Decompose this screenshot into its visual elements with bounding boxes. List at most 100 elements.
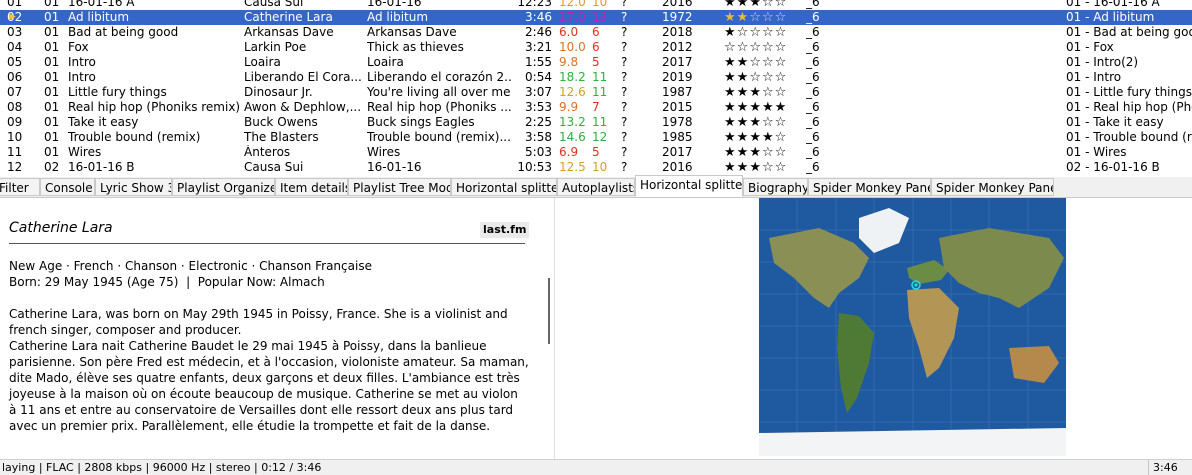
playlist-row[interactable]: 09 01 Take it easy Buck Owens Buck sings Eag… <box>0 115 1192 130</box>
star-filled-icon[interactable]: ★ <box>737 70 750 85</box>
lastfm-source-button[interactable]: last.fm <box>480 222 530 238</box>
star-filled-icon[interactable]: ★ <box>737 130 750 145</box>
star-filled-icon[interactable]: ★ <box>737 100 750 115</box>
star-filled-icon[interactable]: ★ <box>724 10 737 25</box>
star-filled-icon[interactable]: ★ <box>775 100 788 115</box>
playlist-row[interactable]: 11 01 Wires Ànteros Wires 5:03 6.9 5? 2017 _6 01 -… <box>0 145 1192 160</box>
playlist-row[interactable]: 06 01 Intro Liberando El Cora... Liberando e… <box>0 70 1192 85</box>
star-empty-icon[interactable]: ☆ <box>762 55 775 70</box>
tab-playlist-organizer[interactable]: Playlist Organizer <box>172 178 275 196</box>
star-empty-icon[interactable]: ☆ <box>737 25 750 40</box>
star-empty-icon[interactable]: ☆ <box>749 70 762 85</box>
star-empty-icon[interactable]: ☆ <box>762 40 775 55</box>
star-empty-icon[interactable]: ☆ <box>775 40 788 55</box>
star-filled-icon[interactable]: ★ <box>749 100 762 115</box>
star-empty-icon[interactable]: ☆ <box>775 115 788 130</box>
star-empty-icon[interactable]: ☆ <box>775 85 788 100</box>
star-filled-icon[interactable]: ★ <box>749 160 762 175</box>
star-filled-icon[interactable]: ★ <box>724 115 737 130</box>
playlist-row[interactable]: 02 01 Ad libitum Catherine Lara Ad libitum 3:… <box>0 10 1192 25</box>
star-filled-icon[interactable]: ★ <box>724 100 737 115</box>
star-filled-icon[interactable]: ★ <box>724 70 737 85</box>
star-filled-icon[interactable]: ★ <box>724 160 737 175</box>
tab-item-details[interactable]: Item details <box>275 178 348 196</box>
tab-horizontal-splitter[interactable]: Horizontal splitter <box>635 175 743 197</box>
tab-spider-monkey-panel[interactable]: Spider Monkey Panel <box>808 178 931 196</box>
star-filled-icon[interactable]: ★ <box>749 130 762 145</box>
playlist-row[interactable]: 12 02 16-01-16 B Causa Sui 16-01-16 10:53 12.5… <box>0 160 1192 175</box>
tab-autoplaylists[interactable]: Autoplaylists <box>557 178 635 196</box>
star-empty-icon[interactable]: ☆ <box>762 0 775 10</box>
star-filled-icon[interactable]: ★ <box>724 55 737 70</box>
star-empty-icon[interactable]: ☆ <box>775 70 788 85</box>
star-filled-icon[interactable]: ★ <box>749 115 762 130</box>
star-filled-icon[interactable]: ★ <box>724 145 737 160</box>
rating-stars[interactable]: ☆☆☆☆☆ <box>724 40 804 55</box>
rating-stars[interactable]: ★★☆☆☆ <box>724 10 804 25</box>
star-filled-icon[interactable]: ★ <box>737 160 750 175</box>
star-empty-icon[interactable]: ☆ <box>749 10 762 25</box>
star-empty-icon[interactable]: ☆ <box>749 55 762 70</box>
star-filled-icon[interactable]: ★ <box>737 85 750 100</box>
star-empty-icon[interactable]: ☆ <box>762 25 775 40</box>
star-empty-icon[interactable]: ☆ <box>762 85 775 100</box>
star-empty-icon[interactable]: ☆ <box>749 25 762 40</box>
star-empty-icon[interactable]: ☆ <box>775 160 788 175</box>
tab-lyric-show-3[interactable]: Lyric Show 3 <box>95 178 172 196</box>
star-filled-icon[interactable]: ★ <box>737 0 750 10</box>
playlist-row[interactable]: 01 01 16-01-16 A Causa Sui 16-01-16 12:23 12.0… <box>0 0 1192 10</box>
star-filled-icon[interactable]: ★ <box>724 0 737 10</box>
rating-stars[interactable]: ★★★☆☆ <box>724 145 804 160</box>
tab-playlist-tree-mod[interactable]: Playlist Tree Mod <box>348 178 451 196</box>
star-filled-icon[interactable]: ★ <box>737 55 750 70</box>
star-empty-icon[interactable]: ☆ <box>762 70 775 85</box>
rating-stars[interactable]: ★★☆☆☆ <box>724 70 804 85</box>
star-empty-icon[interactable]: ☆ <box>775 10 788 25</box>
rating-stars[interactable]: ★★★☆☆ <box>724 85 804 100</box>
rating-stars[interactable]: ★★★☆☆ <box>724 115 804 130</box>
star-filled-icon[interactable]: ★ <box>762 130 775 145</box>
star-empty-icon[interactable]: ☆ <box>775 25 788 40</box>
tab-horizontal-splitter[interactable]: Horizontal splitter <box>451 178 557 196</box>
star-empty-icon[interactable]: ☆ <box>724 40 737 55</box>
playlist-row[interactable]: 04 01 Fox Larkin Poe Thick as thieves 3:21 10.… <box>0 40 1192 55</box>
star-empty-icon[interactable]: ☆ <box>762 160 775 175</box>
tab-filter[interactable]: Filter <box>0 178 40 196</box>
star-empty-icon[interactable]: ☆ <box>762 10 775 25</box>
star-filled-icon[interactable]: ★ <box>724 85 737 100</box>
tab-biography[interactable]: Biography <box>743 178 808 196</box>
playlist-row[interactable]: 07 01 Little fury things Dinosaur Jr. You're… <box>0 85 1192 100</box>
star-filled-icon[interactable]: ★ <box>724 130 737 145</box>
star-empty-icon[interactable]: ☆ <box>749 40 762 55</box>
playlist-row[interactable]: 03 01 Bad at being good Arkansas Dave Arkans… <box>0 25 1192 40</box>
star-filled-icon[interactable]: ★ <box>749 145 762 160</box>
star-empty-icon[interactable]: ☆ <box>737 40 750 55</box>
bio-scrollbar[interactable] <box>548 278 550 344</box>
tab-spider-monkey-panel[interactable]: Spider Monkey Panel <box>931 178 1054 196</box>
star-empty-icon[interactable]: ☆ <box>775 0 788 10</box>
playlist-row[interactable]: 10 01 Trouble bound (remix) The Blasters Tro… <box>0 130 1192 145</box>
star-empty-icon[interactable]: ☆ <box>775 55 788 70</box>
playlist-row[interactable]: 08 01 Real hip hop (Phoniks remix) Awon & D… <box>0 100 1192 115</box>
star-filled-icon[interactable]: ★ <box>749 85 762 100</box>
star-empty-icon[interactable]: ☆ <box>762 115 775 130</box>
rating-stars[interactable]: ★★★★☆ <box>724 130 804 145</box>
rating-stars[interactable]: ★★★☆☆ <box>724 160 804 175</box>
rating-stars[interactable]: ★★★★★ <box>724 100 804 115</box>
star-filled-icon[interactable]: ★ <box>762 100 775 115</box>
star-filled-icon[interactable]: ★ <box>737 10 750 25</box>
playlist-view[interactable]: 01 01 16-01-16 A Causa Sui 16-01-16 12:23 12.0… <box>0 0 1192 177</box>
rating-stars[interactable]: ★★★☆☆ <box>724 0 804 10</box>
track-flag: _6 <box>806 145 820 159</box>
tab-console[interactable]: Console <box>40 178 95 196</box>
star-empty-icon[interactable]: ☆ <box>775 145 788 160</box>
rating-stars[interactable]: ★☆☆☆☆ <box>724 25 804 40</box>
star-filled-icon[interactable]: ★ <box>737 115 750 130</box>
star-empty-icon[interactable]: ☆ <box>762 145 775 160</box>
star-filled-icon[interactable]: ★ <box>737 145 750 160</box>
rating-stars[interactable]: ★★☆☆☆ <box>724 55 804 70</box>
star-filled-icon[interactable]: ★ <box>749 0 762 10</box>
playlist-row[interactable]: 05 01 Intro Loaira Loaira 1:55 9.8 5? 2017 _6 01 -… <box>0 55 1192 70</box>
star-empty-icon[interactable]: ☆ <box>775 130 788 145</box>
star-filled-icon[interactable]: ★ <box>724 25 737 40</box>
